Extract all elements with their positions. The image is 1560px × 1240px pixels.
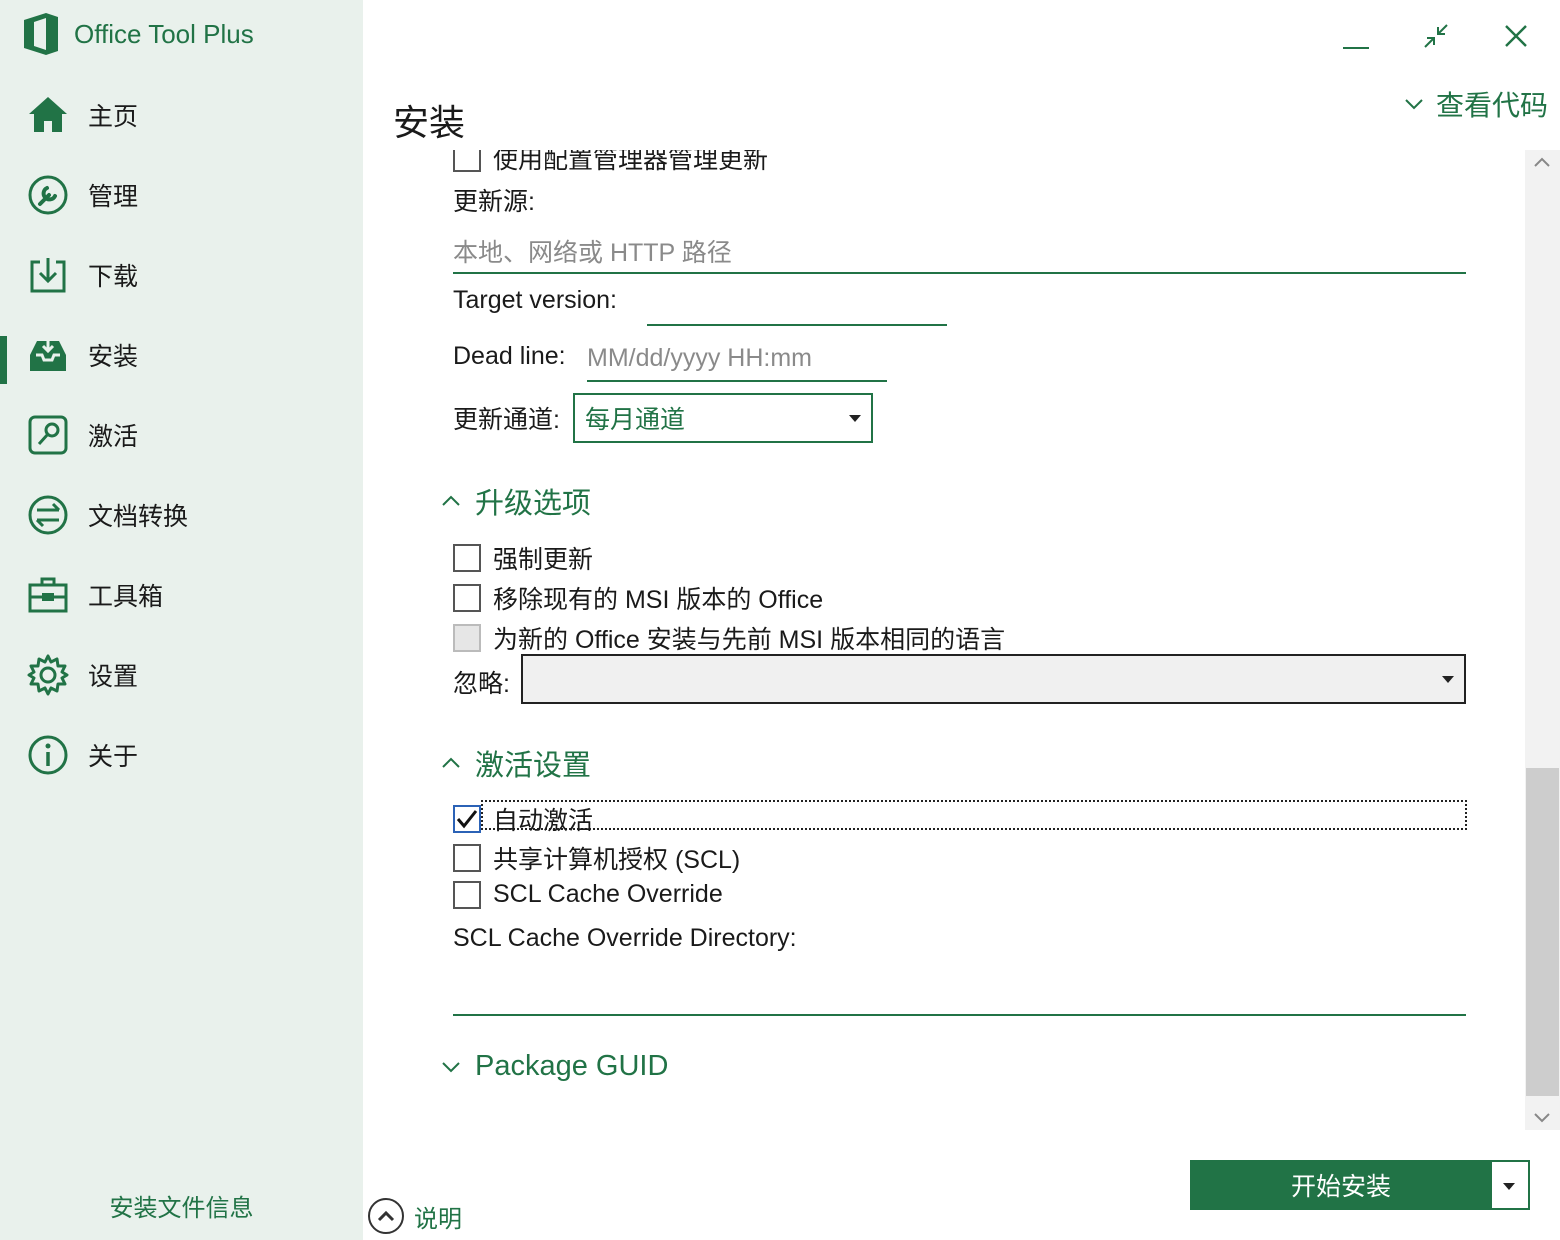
checkmark-icon — [456, 810, 478, 829]
page-title: 安装 — [393, 102, 466, 143]
sidebar-item-convert[interactable]: 文档转换 — [0, 475, 363, 555]
help-label: 说明 — [414, 1205, 462, 1233]
target-version-row: Target version: — [453, 286, 617, 314]
sidebar-item-settings[interactable]: 设置 — [0, 635, 363, 715]
activation-settings-header[interactable]: 激活设置 — [441, 742, 591, 784]
toolbox-icon — [26, 573, 70, 617]
view-code-toggle[interactable]: 查看代码 — [1404, 84, 1548, 124]
convert-icon — [26, 493, 70, 537]
key-icon — [26, 413, 70, 457]
sidebar-item-toolbox[interactable]: 工具箱 — [0, 555, 363, 635]
package-guid-header[interactable]: Package GUID — [441, 1050, 668, 1083]
remove-msi-row[interactable]: 移除现有的 MSI 版本的 Office — [453, 580, 823, 616]
deadline-row: Dead line: — [453, 342, 566, 370]
remove-msi-checkbox[interactable] — [453, 584, 481, 612]
scl-cache-override-row[interactable]: SCL Cache Override — [453, 880, 723, 909]
minimize-icon — [1343, 47, 1369, 49]
focus-indicator — [481, 800, 1467, 830]
view-code-label: 查看代码 — [1435, 90, 1548, 121]
same-language-row: 为新的 Office 安装与先前 MSI 版本相同的语言 — [453, 620, 1005, 656]
force-update-row[interactable]: 强制更新 — [453, 540, 593, 576]
install-tray-icon — [26, 333, 70, 377]
close-icon — [1505, 25, 1527, 47]
target-version-input[interactable] — [647, 284, 947, 326]
scroll-down-icon[interactable] — [1533, 1112, 1551, 1124]
sidebar-item-label: 关于 — [88, 743, 139, 771]
app-name: Office Tool Plus — [74, 18, 254, 49]
app-title: Office Tool Plus — [22, 12, 254, 56]
sidebar-item-about[interactable]: 关于 — [0, 715, 363, 795]
wrench-icon — [26, 173, 70, 217]
install-options-dropdown[interactable] — [1492, 1160, 1530, 1210]
sidebar-item-manage[interactable]: 管理 — [0, 155, 363, 235]
scl-row[interactable]: 共享计算机授权 (SCL) — [453, 840, 740, 876]
download-icon — [26, 253, 70, 297]
collapse-arrows-icon — [1424, 24, 1448, 48]
scl-cache-dir-input[interactable] — [453, 970, 1466, 1016]
sidebar: Office Tool Plus 主页 管理 下载 安装 激活 文档转换 工具箱… — [0, 0, 363, 1240]
sidebar-item-label: 激活 — [88, 423, 139, 451]
update-channel-select[interactable]: 每月通道 — [573, 393, 873, 443]
minimize-button[interactable] — [1332, 14, 1380, 58]
gear-icon — [26, 653, 70, 697]
install-settings-panel: 使用配置管理器管理更新 更新源: 本地、网络或 HTTP 路径 Target v… — [363, 150, 1525, 1130]
office-logo-icon — [24, 13, 58, 55]
chevron-down-icon — [1405, 99, 1423, 110]
sidebar-item-label: 安装 — [88, 343, 139, 371]
sidebar-item-download[interactable]: 下载 — [0, 235, 363, 315]
sidebar-item-install[interactable]: 安装 — [0, 315, 363, 395]
scl-checkbox[interactable] — [453, 844, 481, 872]
sidebar-item-home[interactable]: 主页 — [0, 75, 363, 155]
same-language-checkbox — [453, 624, 481, 652]
sidebar-item-label: 设置 — [88, 663, 139, 691]
ignore-row: 忽略: — [453, 670, 510, 698]
auto-activate-checkbox[interactable] — [453, 805, 481, 833]
sidebar-item-label: 文档转换 — [88, 503, 189, 531]
install-file-info-link[interactable]: 安装文件信息 — [0, 1188, 363, 1223]
config-manager-checkbox[interactable] — [453, 150, 481, 172]
sidebar-item-activate[interactable]: 激活 — [0, 395, 363, 475]
sidebar-item-label: 下载 — [88, 263, 139, 291]
sidebar-item-label: 管理 — [88, 183, 139, 211]
sidebar-item-label: 主页 — [88, 103, 139, 131]
channel-row: 更新通道: — [453, 406, 560, 434]
chevron-up-circle-icon — [368, 1198, 404, 1234]
start-install-button[interactable]: 开始安装 — [1190, 1160, 1492, 1210]
close-button[interactable] — [1492, 14, 1540, 58]
update-source-label: 更新源: — [453, 188, 535, 216]
scl-cache-dir-label: SCL Cache Override Directory: — [453, 924, 797, 952]
vertical-scrollbar[interactable] — [1525, 150, 1560, 1130]
config-manager-row[interactable]: 使用配置管理器管理更新 — [453, 150, 768, 176]
sidebar-nav: 主页 管理 下载 安装 激活 文档转换 工具箱 设置 关于 — [0, 75, 363, 795]
scroll-up-icon[interactable] — [1533, 156, 1551, 168]
start-install-split-button: 开始安装 — [1190, 1160, 1530, 1210]
force-update-checkbox[interactable] — [453, 544, 481, 572]
sidebar-item-label: 工具箱 — [88, 583, 164, 611]
chevron-up-icon — [442, 757, 460, 768]
ignore-select[interactable] — [521, 654, 1466, 704]
chevron-up-icon — [442, 495, 460, 506]
dropdown-caret-icon — [1442, 676, 1454, 683]
deadline-input[interactable]: MM/dd/yyyy HH:mm — [587, 336, 887, 382]
scl-cache-override-checkbox[interactable] — [453, 880, 481, 909]
scrollbar-thumb[interactable] — [1526, 768, 1559, 1096]
upgrade-options-header[interactable]: 升级选项 — [441, 480, 591, 522]
restore-button[interactable] — [1412, 14, 1460, 58]
dropdown-caret-icon — [849, 415, 861, 422]
auto-activate-row[interactable]: 自动激活 — [453, 801, 593, 837]
help-toggle[interactable]: 说明 — [368, 1198, 462, 1234]
update-source-input[interactable]: 本地、网络或 HTTP 路径 — [453, 230, 1466, 274]
chevron-down-icon — [442, 1061, 460, 1072]
home-icon — [26, 93, 70, 137]
window-controls — [1332, 14, 1540, 58]
dropdown-caret-icon — [1503, 1183, 1515, 1190]
info-icon — [26, 733, 70, 777]
